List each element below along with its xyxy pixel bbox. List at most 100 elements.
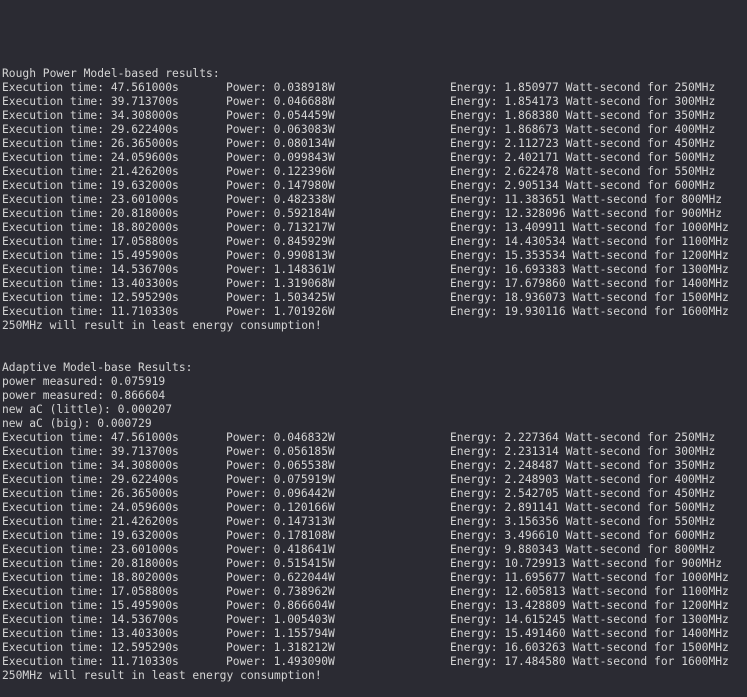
power-value: Power: 0.866604W (226, 599, 335, 612)
result-row: Execution time: 15.495900s Power: 0.99081… (2, 249, 747, 263)
energy-value: Energy: 19.930116 Watt-second for 1600MH… (450, 305, 729, 318)
execution-time: Execution time: 14.536700s (2, 263, 179, 276)
power-value: Power: 0.099843W (226, 151, 335, 164)
energy-value: Energy: 16.603263 Watt-second for 1500MH… (450, 641, 729, 654)
section-header: Adaptive Model-base Results: (2, 361, 747, 375)
energy-value: Energy: 2.402171 Watt-second for 500MHz (450, 151, 716, 164)
power-value: Power: 0.738962W (226, 585, 335, 598)
power-value: Power: 0.713217W (226, 221, 335, 234)
power-value: Power: 1.155794W (226, 627, 335, 640)
power-value: Power: 0.075919W (226, 473, 335, 486)
power-value: Power: 0.178108W (226, 529, 335, 542)
execution-time: Execution time: 24.059600s (2, 501, 179, 514)
result-row: Execution time: 19.632000s Power: 0.17810… (2, 529, 747, 543)
execution-time: Execution time: 18.802000s (2, 221, 179, 234)
power-value: Power: 0.147980W (226, 179, 335, 192)
energy-value: Energy: 18.936073 Watt-second for 1500MH… (450, 291, 729, 304)
terminal-output: Rough Power Model-based results: Executio… (2, 0, 747, 697)
result-row: Execution time: 23.601000s Power: 0.41864… (2, 543, 747, 557)
measurement-line: new aC (big): 0.000729 (2, 417, 747, 431)
energy-value: Energy: 13.409911 Watt-second for 1000MH… (450, 221, 729, 234)
execution-time: Execution time: 39.713700s (2, 445, 179, 458)
power-value: Power: 0.147313W (226, 515, 335, 528)
power-value: Power: 0.990813W (226, 249, 335, 262)
power-value: Power: 0.622044W (226, 571, 335, 584)
result-row: Execution time: 12.595290s Power: 1.31821… (2, 641, 747, 655)
power-value: Power: 0.096442W (226, 487, 335, 500)
energy-value: Energy: 3.496610 Watt-second for 600MHz (450, 529, 716, 542)
power-value: Power: 1.005403W (226, 613, 335, 626)
result-row: Execution time: 47.561000s Power: 0.04683… (2, 431, 747, 445)
conclusion-text: 250MHz will result in least energy consu… (2, 319, 322, 332)
partial-line-text (2, 25, 747, 29)
execution-time: Execution time: 23.601000s (2, 543, 179, 556)
energy-value: Energy: 3.156356 Watt-second for 550MHz (450, 515, 716, 528)
result-row: Execution time: 39.713700s Power: 0.05618… (2, 445, 747, 459)
result-row: Execution time: 19.632000s Power: 0.14798… (2, 179, 747, 193)
execution-time: Execution time: 19.632000s (2, 529, 179, 542)
power-value: Power: 0.120166W (226, 501, 335, 514)
execution-time: Execution time: 18.802000s (2, 571, 179, 584)
execution-time: Execution time: 34.308000s (2, 109, 179, 122)
energy-value: Energy: 10.729913 Watt-second for 900MHz (450, 557, 723, 570)
result-row: Execution time: 26.365000s Power: 0.09644… (2, 487, 747, 501)
execution-time: Execution time: 29.622400s (2, 473, 179, 486)
result-row: Execution time: 11.710330s Power: 1.70192… (2, 305, 747, 319)
execution-time: Execution time: 20.818000s (2, 207, 179, 220)
result-row: Execution time: 13.403300s Power: 1.31906… (2, 277, 747, 291)
execution-time: Execution time: 13.403300s (2, 627, 179, 640)
energy-value: Energy: 2.542705 Watt-second for 450MHz (450, 487, 716, 500)
energy-value: Energy: 11.695677 Watt-second for 1000MH… (450, 571, 729, 584)
result-row: Execution time: 18.802000s Power: 0.71321… (2, 221, 747, 235)
execution-time: Execution time: 17.058800s (2, 235, 179, 248)
energy-value: Energy: 1.850977 Watt-second for 250MHz (450, 81, 716, 94)
execution-time: Execution time: 17.058800s (2, 585, 179, 598)
result-row: Execution time: 20.818000s Power: 0.51541… (2, 557, 747, 571)
result-row: Execution time: 21.426200s Power: 0.12239… (2, 165, 747, 179)
execution-time: Execution time: 23.601000s (2, 193, 179, 206)
section-header-text: Rough Power Model-based results: (2, 67, 220, 80)
result-row: Execution time: 34.308000s Power: 0.06553… (2, 459, 747, 473)
power-value: Power: 0.063083W (226, 123, 335, 136)
energy-value: Energy: 1.868380 Watt-second for 350MHz (450, 109, 716, 122)
energy-value: Energy: 13.428809 Watt-second for 1200MH… (450, 599, 729, 612)
energy-value: Energy: 2.227364 Watt-second for 250MHz (450, 431, 716, 444)
power-value: Power: 0.845929W (226, 235, 335, 248)
execution-time: Execution time: 21.426200s (2, 515, 179, 528)
energy-value: Energy: 2.248903 Watt-second for 400MHz (450, 473, 716, 486)
result-row: Execution time: 17.058800s Power: 0.73896… (2, 585, 747, 599)
execution-time: Execution time: 29.622400s (2, 123, 179, 136)
power-value: Power: 1.318212W (226, 641, 335, 654)
energy-value: Energy: 11.383651 Watt-second for 800MHz (450, 193, 723, 206)
execution-time: Execution time: 34.308000s (2, 459, 179, 472)
energy-value: Energy: 14.615245 Watt-second for 1300MH… (450, 613, 729, 626)
measurement-text: power measured: 0.075919 (2, 375, 166, 388)
energy-value: Energy: 15.491460 Watt-second for 1400MH… (450, 627, 729, 640)
conclusion-line: 250MHz will result in least energy consu… (2, 669, 747, 683)
energy-value: Energy: 2.905134 Watt-second for 600MHz (450, 179, 716, 192)
result-row: Execution time: 23.601000s Power: 0.48233… (2, 193, 747, 207)
result-row: Execution time: 11.710330s Power: 1.49309… (2, 655, 747, 669)
result-row: Execution time: 17.058800s Power: 0.84592… (2, 235, 747, 249)
partial-line (2, 25, 747, 39)
energy-value: Energy: 16.693383 Watt-second for 1300MH… (450, 263, 729, 276)
execution-time: Execution time: 12.595290s (2, 291, 179, 304)
conclusion-line: 250MHz will result in least energy consu… (2, 319, 747, 333)
execution-time: Execution time: 11.710330s (2, 305, 179, 318)
power-value: Power: 0.046832W (226, 431, 335, 444)
result-row: Execution time: 26.365000s Power: 0.08013… (2, 137, 747, 151)
result-row: Execution time: 47.561000s Power: 0.03891… (2, 81, 747, 95)
energy-value: Energy: 1.868673 Watt-second for 400MHz (450, 123, 716, 136)
result-row: Execution time: 24.059600s Power: 0.12016… (2, 501, 747, 515)
energy-value: Energy: 2.231314 Watt-second for 300MHz (450, 445, 716, 458)
execution-time: Execution time: 47.561000s (2, 81, 179, 94)
energy-value: Energy: 1.854173 Watt-second for 300MHz (450, 95, 716, 108)
section-header: Rough Power Model-based results: (2, 67, 747, 81)
energy-value: Energy: 2.891141 Watt-second for 500MHz (450, 501, 716, 514)
result-row: Execution time: 14.536700s Power: 1.00540… (2, 613, 747, 627)
execution-time: Execution time: 24.059600s (2, 151, 179, 164)
energy-value: Energy: 12.605813 Watt-second for 1100MH… (450, 585, 729, 598)
result-row: Execution time: 12.595290s Power: 1.50342… (2, 291, 747, 305)
energy-value: Energy: 12.328096 Watt-second for 900MHz (450, 207, 723, 220)
